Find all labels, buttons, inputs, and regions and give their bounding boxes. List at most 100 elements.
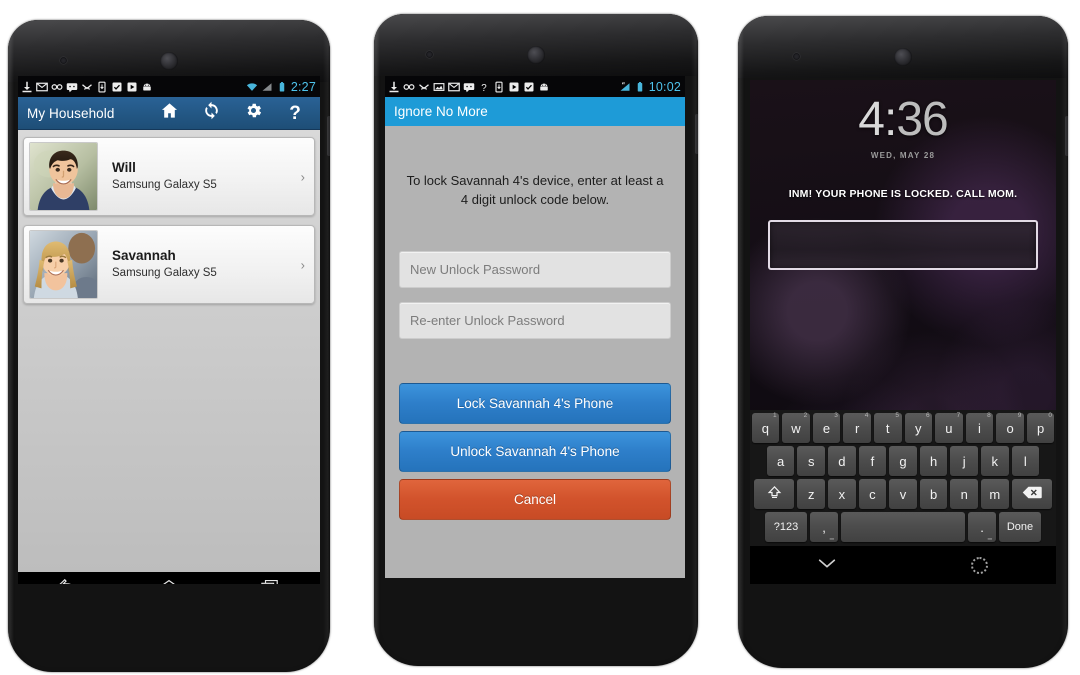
android-icon (538, 81, 550, 93)
key-n[interactable]: n (950, 479, 978, 509)
key-s[interactable]: s (797, 446, 826, 476)
key-i[interactable]: 8i (965, 412, 994, 443)
space-key[interactable] (841, 512, 965, 542)
gmail-icon (448, 81, 460, 93)
key-p[interactable]: 0p (1026, 412, 1055, 443)
recents-icon (259, 577, 281, 584)
key-w[interactable]: 2w (782, 412, 810, 443)
status-bar-2: ? 10:02 (385, 76, 685, 97)
settings-button[interactable] (232, 97, 274, 130)
period-key[interactable]: . ▁ (968, 512, 996, 542)
done-key[interactable]: Done (999, 512, 1041, 542)
refresh-button[interactable] (190, 97, 232, 130)
clock-hours: 4 (858, 93, 885, 146)
phone-1-screen: 2:27 My Household ? Will Samsung Galaxy … (18, 76, 320, 584)
password-input[interactable] (768, 220, 1038, 270)
hide-keyboard-button[interactable] (750, 556, 903, 575)
key-t[interactable]: 5t (873, 412, 902, 443)
confirm-password-input[interactable]: Re-enter Unlock Password (399, 301, 671, 339)
key-u[interactable]: 7u (935, 412, 963, 443)
page-title: My Household (27, 105, 115, 121)
new-password-input[interactable]: New Unlock Password (399, 250, 671, 288)
key-r-label: r (854, 420, 860, 436)
earpiece-speaker (527, 46, 545, 64)
comma-key[interactable]: , ▁ (810, 512, 838, 542)
action-bar-2: Ignore No More (385, 97, 685, 126)
android-navigation-bar-1 (18, 572, 320, 584)
backspace-key[interactable] (1011, 479, 1052, 509)
clock-minutes: 36 (896, 93, 948, 146)
key-x[interactable]: x (828, 479, 856, 509)
unlock-phone-button[interactable]: Unlock Savannah 4's Phone (399, 430, 671, 472)
key-f[interactable]: f (858, 446, 887, 476)
hide-keyboard-icon (816, 556, 838, 575)
front-camera (60, 57, 67, 64)
key-v[interactable]: v (889, 479, 917, 509)
cancel-button[interactable]: Cancel (399, 478, 671, 520)
screenshot-stage: 2:27 My Household ? Will Samsung Galaxy … (0, 0, 1080, 675)
key-a[interactable]: a (766, 446, 795, 476)
key-z[interactable]: z (797, 479, 826, 509)
key-m[interactable]: m (980, 479, 1009, 509)
download-icon (388, 81, 400, 93)
power-button[interactable] (1065, 116, 1068, 156)
key-t-number: 5 (895, 412, 899, 419)
key-d[interactable]: d (828, 446, 856, 476)
key-h[interactable]: h (919, 446, 948, 476)
key-k[interactable]: k (980, 446, 1009, 476)
key-g[interactable]: g (889, 446, 917, 476)
shift-key[interactable] (754, 479, 795, 509)
battery-icon (634, 81, 646, 93)
missed-call-icon (418, 81, 430, 93)
lock-phone-button[interactable]: Lock Savannah 4's Phone (399, 382, 671, 424)
keyboard-row-3: z x c v b n m (751, 479, 1055, 509)
key-l[interactable]: l (1011, 446, 1040, 476)
period-sub-icon: ▁ (987, 533, 992, 540)
play-store-icon (126, 81, 138, 93)
key-c[interactable]: c (858, 479, 887, 509)
checkbox-app-icon (523, 81, 535, 93)
key-u-number: 7 (956, 412, 961, 419)
help-button[interactable]: ? (274, 97, 316, 130)
key-b[interactable]: b (919, 479, 948, 509)
keyboard-row-4: ?123 , ▁ . ▁ Done (751, 512, 1055, 542)
key-q-label: q (761, 420, 769, 436)
new-password-placeholder: New Unlock Password (410, 261, 541, 277)
key-e[interactable]: 3e (812, 412, 841, 443)
phone-device-3: 4:36 WED, MAY 28 INM! YOUR PHONE IS LOCK… (738, 16, 1068, 668)
earpiece-speaker (160, 52, 178, 70)
key-i-number: 8 (987, 412, 991, 419)
earpiece-speaker (894, 48, 912, 66)
list-item[interactable]: Savannah Samsung Galaxy S5 › (23, 225, 315, 304)
android-navigation-bar-3 (750, 546, 1056, 584)
member-name: Savannah (112, 248, 176, 264)
back-button[interactable] (39, 572, 97, 584)
back-icon (57, 577, 79, 584)
power-button[interactable] (327, 116, 330, 156)
home-button[interactable] (148, 97, 190, 130)
power-button[interactable] (695, 114, 698, 154)
key-o[interactable]: 9o (996, 412, 1024, 443)
home-button[interactable] (903, 556, 1056, 574)
recents-button[interactable] (241, 572, 299, 584)
key-p-number: 0 (1048, 412, 1052, 419)
signal-icon (261, 81, 273, 93)
key-y[interactable]: 6y (904, 412, 933, 443)
symbols-key[interactable]: ?123 (765, 512, 807, 542)
home-button[interactable] (140, 572, 198, 584)
lockscreen-message: INM! YOUR PHONE IS LOCKED. CALL MOM. (788, 188, 1018, 200)
list-item[interactable]: Will Samsung Galaxy S5 › (23, 137, 315, 216)
home-icon (971, 556, 988, 574)
keyboard-row-1: 1q 2w 3e 4r 5t 6y 7u 8i 9o 0p (751, 412, 1055, 443)
image-icon (433, 81, 445, 93)
key-r[interactable]: 4r (843, 412, 871, 443)
sim-icon (493, 81, 505, 93)
refresh-icon (202, 101, 221, 125)
key-q[interactable]: 1q (751, 412, 780, 443)
chevron-right-icon: › (300, 169, 305, 184)
key-w-label: w (791, 420, 801, 436)
key-u-label: u (945, 420, 953, 436)
phone-3-screen: 4:36 WED, MAY 28 INM! YOUR PHONE IS LOCK… (750, 80, 1056, 584)
key-j[interactable]: j (950, 446, 978, 476)
play-store-icon (508, 81, 520, 93)
